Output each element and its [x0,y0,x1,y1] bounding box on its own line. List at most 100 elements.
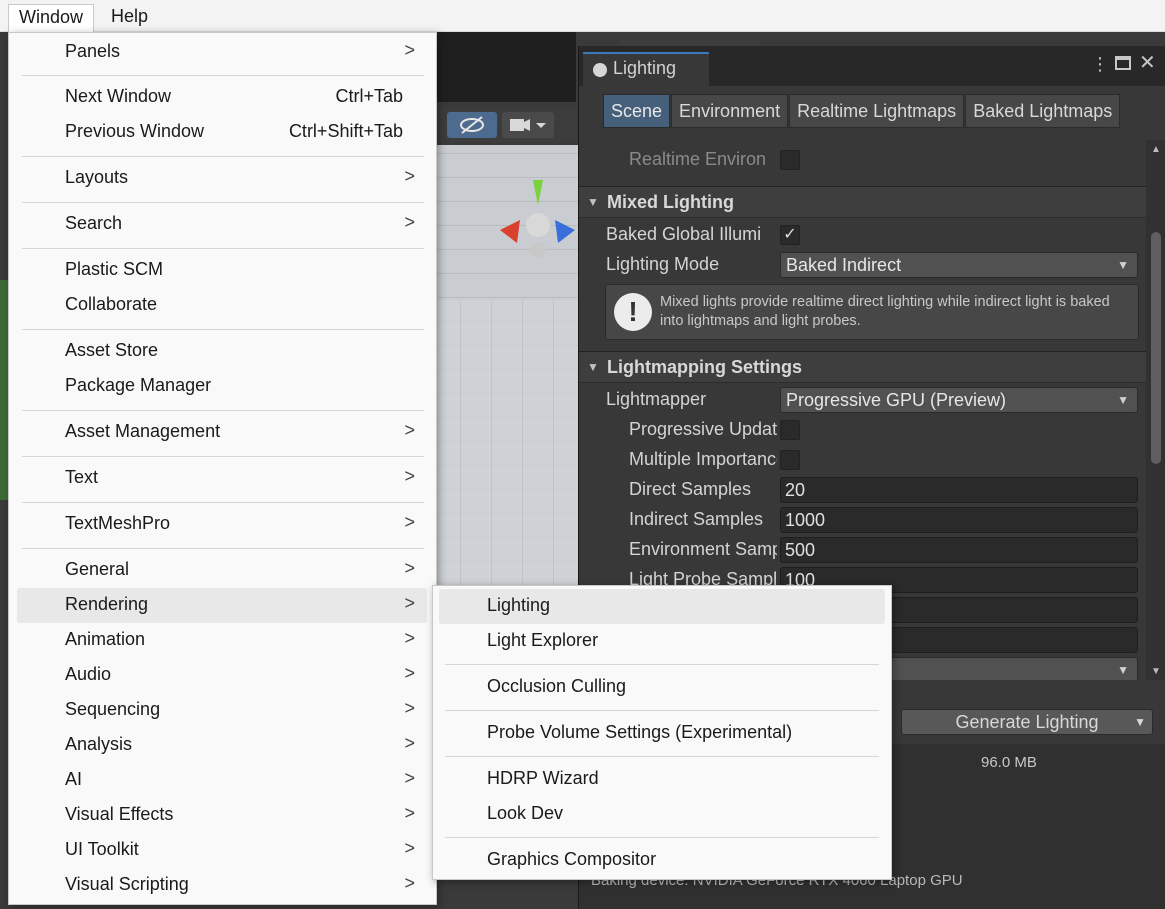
submenu-arrow-icon: > [404,558,415,578]
lighting-window-tab[interactable]: Lighting [583,52,709,86]
tab-baked-lightmaps[interactable]: Baked Lightmaps [965,94,1121,128]
progressive-updates-label: Progressive Updates [629,419,777,439]
menu-item-label: UI Toolkit [65,839,139,859]
lighting-mode-dropdown[interactable]: Baked Indirect ▼ [780,252,1138,278]
submenu-arrow-icon: > [404,593,415,613]
menu-item-next-window[interactable]: Next Window Ctrl+Tab [17,80,427,115]
lightmapper-dropdown[interactable]: Progressive GPU (Preview) ▼ [780,387,1138,413]
submenu-arrow-icon: > [404,803,415,823]
menu-item-label: Text [65,467,99,487]
multiple-importance-checkbox[interactable] [780,450,800,470]
orientation-gizmo-icon[interactable] [495,175,580,265]
menu-item-label: Panels [65,41,121,61]
baked-gi-row: Baked Global Illumi ✓ [579,220,1146,250]
foldout-arrow-icon: ▼ [587,195,599,209]
menu-item-label: Collaborate [65,294,158,314]
progressive-updates-checkbox[interactable] [780,420,800,440]
menu-help[interactable]: Help [101,4,158,28]
submenu-item-occlusion-culling[interactable]: Occlusion Culling [439,670,885,705]
baked-gi-checkbox[interactable]: ✓ [780,225,800,245]
mixed-lights-help-text: Mixed lights provide realtime direct lig… [660,294,1110,329]
submenu-item-light-explorer[interactable]: Light Explorer [439,624,885,659]
direct-samples-field[interactable]: 20 [780,477,1138,503]
indirect-samples-row: Indirect Samples 1000 [579,505,1146,535]
menu-item-label: General [65,559,130,579]
menu-item-asset-store[interactable]: Asset Store [17,334,427,369]
editor-toolbar-area [436,32,576,102]
menu-item-label: Visual Effects [65,804,174,824]
menu-separator [22,502,424,503]
menu-item-sequencing[interactable]: Sequencing > [17,693,427,728]
submenu-arrow-icon: > [404,212,415,232]
menu-item-previous-window[interactable]: Previous Window Ctrl+Shift+Tab [17,115,427,150]
tab-environment[interactable]: Environment [671,94,789,128]
tab-scene[interactable]: Scene [603,94,671,128]
multiple-importance-label: Multiple Importance [629,449,777,469]
maximize-icon[interactable] [1115,56,1131,70]
menu-item-analysis[interactable]: Analysis > [17,728,427,763]
menu-item-label: Asset Store [65,340,159,360]
lightmapping-settings-section[interactable]: ▼ Lightmapping Settings [579,351,1146,383]
submenu-item-look-dev[interactable]: Look Dev [439,797,885,832]
submenu-arrow-icon: > [404,768,415,788]
realtime-environment-checkbox[interactable] [780,150,800,170]
environment-samples-field[interactable]: 500 [780,537,1138,563]
more-options-icon[interactable]: ⋮ [1091,54,1109,75]
menu-item-textmeshpro[interactable]: TextMeshPro > [17,507,427,542]
menu-item-rendering[interactable]: Rendering > [17,588,427,623]
scroll-up-icon[interactable]: ▲ [1151,144,1161,155]
submenu-item-probe-volume-settings[interactable]: Probe Volume Settings (Experimental) [439,716,885,751]
menu-item-layouts[interactable]: Layouts > [17,161,427,196]
menu-item-animation[interactable]: Animation > [17,623,427,658]
menu-item-visual-effects[interactable]: Visual Effects > [17,798,427,833]
submenu-item-lighting[interactable]: Lighting [439,589,885,624]
menu-item-label: Search [65,213,123,233]
menu-separator [445,756,879,757]
menu-item-audio[interactable]: Audio > [17,658,427,693]
indirect-samples-field[interactable]: 1000 [780,507,1138,533]
menu-item-search[interactable]: Search > [17,207,427,242]
menu-item-panels[interactable]: Panels > [17,35,427,70]
submenu-item-label: Graphics Compositor [487,849,657,869]
submenu-item-hdrp-wizard[interactable]: HDRP Wizard [439,762,885,797]
environment-samples-label: Environment Samples [629,539,777,559]
menu-separator [22,410,424,411]
menu-item-text[interactable]: Text > [17,461,427,496]
scroll-down-icon[interactable]: ▼ [1151,666,1161,677]
menu-item-ai[interactable]: AI > [17,763,427,798]
menu-item-plastic-scm[interactable]: Plastic SCM [17,253,427,288]
submenu-item-graphics-compositor[interactable]: Graphics Compositor [439,843,885,878]
submenu-arrow-icon: > [404,663,415,683]
menu-item-collaborate[interactable]: Collaborate [17,288,427,323]
menu-item-ui-toolkit[interactable]: UI Toolkit > [17,833,427,868]
tab-realtime-lightmaps[interactable]: Realtime Lightmaps [789,94,965,128]
submenu-arrow-icon: > [404,466,415,486]
menu-separator [22,329,424,330]
mixed-lighting-section[interactable]: ▼ Mixed Lighting [579,186,1146,218]
menu-item-label: Animation [65,629,146,649]
menu-item-label: Visual Scripting [65,874,189,894]
menu-item-label: Next Window [65,86,172,106]
lighting-scrollbar[interactable]: ▲ ▼ [1146,140,1165,680]
generate-lighting-button[interactable]: Generate Lighting ▼ [901,709,1153,735]
lighting-tabs: Scene Environment Realtime Lightmaps Bak… [603,94,1121,128]
submenu-arrow-icon: > [404,698,415,718]
realtime-environment-row: Realtime Environ [579,145,1146,175]
menu-item-visual-scripting[interactable]: Visual Scripting > [17,868,427,903]
close-icon[interactable]: ✕ [1139,50,1156,75]
camera-icon[interactable] [502,112,554,138]
scrollbar-thumb[interactable] [1151,232,1161,464]
scene-visibility-icon[interactable] [447,112,497,138]
menu-item-general[interactable]: General > [17,553,427,588]
menu-separator [22,202,424,203]
direct-samples-label: Direct Samples [629,479,752,499]
submenu-arrow-icon: > [404,733,415,753]
lighting-mode-value: Baked Indirect [786,255,902,275]
menu-item-asset-management[interactable]: Asset Management > [17,415,427,450]
menu-window[interactable]: Window [8,4,95,32]
dropdown-arrow-icon[interactable]: ▼ [1134,710,1146,734]
foldout-arrow-icon: ▼ [587,360,599,374]
submenu-arrow-icon: > [404,166,415,186]
lightmapper-value: Progressive GPU (Preview) [786,390,1007,410]
menu-item-package-manager[interactable]: Package Manager [17,369,427,404]
